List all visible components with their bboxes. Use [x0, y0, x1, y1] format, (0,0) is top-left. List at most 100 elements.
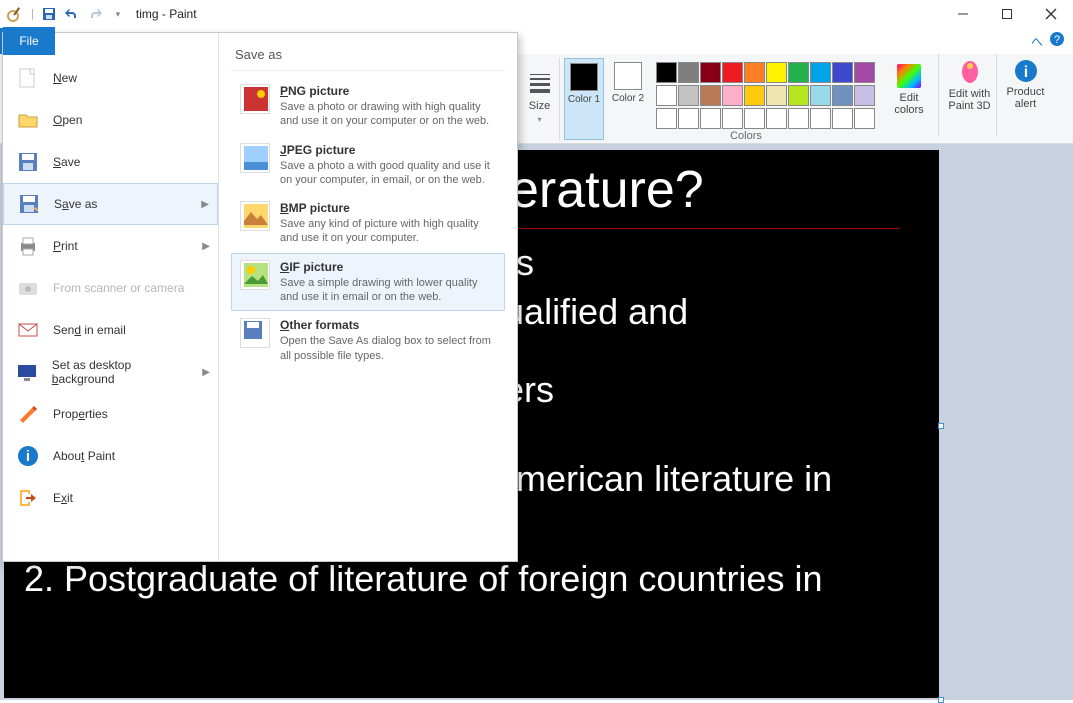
saveas-icon: [240, 318, 270, 348]
saveas-title: BMP picture: [280, 201, 496, 215]
palette-swatch[interactable]: [678, 85, 699, 106]
file-item-print[interactable]: Print ▶: [3, 225, 218, 267]
maximize-button[interactable]: [985, 0, 1029, 28]
palette-swatch[interactable]: [788, 85, 809, 106]
undo-icon[interactable]: [62, 4, 82, 24]
palette-swatch[interactable]: [832, 62, 853, 83]
file-item-label: Properties: [53, 407, 108, 421]
ribbon-right-controls: へ ?: [1031, 28, 1073, 54]
app-icon: [6, 4, 26, 24]
palette-swatch[interactable]: [656, 62, 677, 83]
about-icon: i: [15, 443, 41, 469]
palette-swatch-empty[interactable]: [854, 108, 875, 129]
file-item-label: Exit: [53, 491, 73, 505]
saveas-option-0[interactable]: PNG picture Save a photo or drawing with…: [231, 77, 505, 136]
file-item-about[interactable]: i About Paint: [3, 435, 218, 477]
file-item-save[interactable]: Save: [3, 141, 218, 183]
palette-swatch-empty[interactable]: [744, 108, 765, 129]
edit-colors-button[interactable]: Edit colors: [886, 58, 932, 140]
palette-swatch-empty[interactable]: [810, 108, 831, 129]
palette-swatch-empty[interactable]: [722, 108, 743, 129]
separator: |: [29, 8, 36, 20]
file-item-exit[interactable]: Exit: [3, 477, 218, 519]
minimize-button[interactable]: [941, 0, 985, 28]
saveas-icon: [16, 191, 42, 217]
saveas-icon: [240, 201, 270, 231]
palette-swatch[interactable]: [766, 62, 787, 83]
file-item-label: From scanner or camera: [53, 281, 184, 295]
resize-handle-corner[interactable]: [938, 697, 944, 703]
file-item-label: Save as: [54, 197, 97, 211]
palette-swatch[interactable]: [832, 85, 853, 106]
saveas-panel-title: Save as: [231, 43, 505, 71]
palette-swatch-empty[interactable]: [832, 108, 853, 129]
svg-text:i: i: [1023, 64, 1027, 81]
file-item-label: Set as desktop background: [52, 358, 191, 386]
saveas-option-4[interactable]: Other formats Open the Save As dialog bo…: [231, 311, 505, 370]
palette-swatch[interactable]: [656, 85, 677, 106]
props-icon: [15, 401, 41, 427]
qat-customize-icon[interactable]: ▾: [108, 4, 128, 24]
file-item-open[interactable]: Open: [3, 99, 218, 141]
file-item-label: Send in email: [53, 323, 126, 337]
saveas-desc: Save a photo or drawing with high qualit…: [280, 100, 496, 129]
palette-swatch[interactable]: [766, 85, 787, 106]
palette-swatch-empty[interactable]: [788, 108, 809, 129]
redo-icon[interactable]: [85, 4, 105, 24]
file-item-new[interactable]: New: [3, 57, 218, 99]
colors-group-label: Colors: [730, 130, 762, 142]
saveas-option-3[interactable]: GIF picture Save a simple drawing with l…: [231, 253, 505, 312]
file-item-label: About Paint: [53, 449, 115, 463]
email-icon: [15, 317, 41, 343]
edit-3d-button[interactable]: Edit with Paint 3D: [938, 54, 994, 136]
help-icon[interactable]: ?: [1049, 31, 1065, 52]
rainbow-icon: [895, 62, 923, 90]
svg-text:?: ?: [1054, 34, 1060, 46]
saveas-desc: Save a simple drawing with lower quality…: [280, 276, 496, 305]
color1-button[interactable]: Color 1: [564, 58, 604, 140]
file-item-label: Save: [53, 155, 80, 169]
palette-swatch-empty[interactable]: [766, 108, 787, 129]
palette-swatch-empty[interactable]: [656, 108, 677, 129]
color2-button[interactable]: Color 2: [608, 58, 648, 140]
file-item-props[interactable]: Properties: [3, 393, 218, 435]
palette-swatch-empty[interactable]: [678, 108, 699, 129]
palette-swatch[interactable]: [854, 85, 875, 106]
size-button[interactable]: Size ▾: [520, 58, 560, 140]
palette-swatch[interactable]: [700, 85, 721, 106]
close-button[interactable]: [1029, 0, 1073, 28]
palette-swatch-empty[interactable]: [700, 108, 721, 129]
palette-swatch[interactable]: [810, 62, 831, 83]
color2-label: Color 2: [612, 93, 644, 104]
palette-swatch[interactable]: [700, 62, 721, 83]
file-item-email[interactable]: Send in email: [3, 309, 218, 351]
saveas-title: Other formats: [280, 318, 496, 332]
saveas-option-1[interactable]: JPEG picture Save a photo a with good qu…: [231, 136, 505, 195]
palette-swatch[interactable]: [722, 85, 743, 106]
chevron-down-icon: ▾: [537, 115, 541, 124]
file-item-label: Open: [53, 113, 82, 127]
size-label: Size: [529, 100, 550, 112]
palette-swatch[interactable]: [810, 85, 831, 106]
collapse-ribbon-icon[interactable]: へ: [1031, 33, 1043, 50]
saveas-icon: [240, 260, 270, 290]
saveas-option-2[interactable]: BMP picture Save any kind of picture wit…: [231, 194, 505, 253]
palette-swatch[interactable]: [722, 62, 743, 83]
file-menu-left: New Open Save Save as ▶ Print ▶ From sca…: [3, 33, 219, 561]
file-menu-right-panel: Save as PNG picture Save a photo or draw…: [219, 33, 517, 561]
resize-handle-right[interactable]: [938, 423, 944, 429]
saveas-desc: Save a photo a with good quality and use…: [280, 159, 496, 188]
title-bar: | ▾ timg - Paint: [0, 0, 1073, 28]
save-icon[interactable]: [39, 4, 59, 24]
file-tab-overlay[interactable]: File: [3, 27, 55, 55]
palette-swatch[interactable]: [788, 62, 809, 83]
file-item-saveas[interactable]: Save as ▶: [3, 183, 218, 225]
palette-swatch[interactable]: [854, 62, 875, 83]
saveas-icon: [240, 84, 270, 114]
product-alert-button[interactable]: i Product alert: [996, 54, 1048, 136]
file-item-desktop[interactable]: Set as desktop background ▶: [3, 351, 218, 393]
palette-swatch[interactable]: [744, 85, 765, 106]
svg-text:i: i: [26, 448, 30, 465]
palette-swatch[interactable]: [744, 62, 765, 83]
palette-swatch[interactable]: [678, 62, 699, 83]
